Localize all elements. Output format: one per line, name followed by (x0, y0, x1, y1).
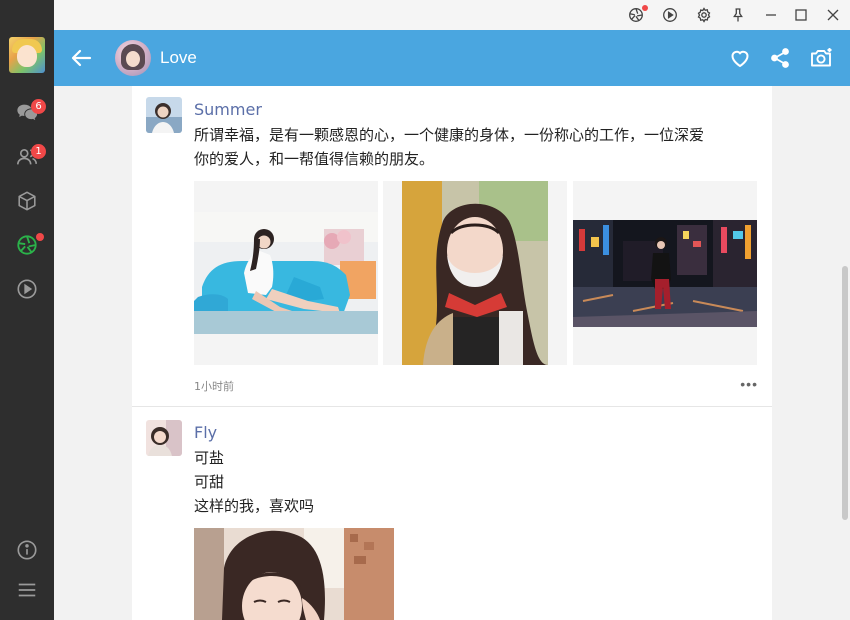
moments-content[interactable]: Summer 所谓幸福，是有一颗感恩的心，一个健康的身体，一份称心的工作，一位深… (54, 86, 850, 620)
moments-feed: Summer 所谓幸福，是有一颗感恩的心，一个健康的身体，一份称心的工作，一位深… (132, 86, 772, 620)
moments-dot (36, 233, 44, 241)
page-title: Love (160, 48, 197, 67)
post-text-line: 可盐 (194, 449, 225, 467)
post-photo[interactable] (383, 181, 567, 365)
post-author[interactable]: Summer (194, 100, 262, 119)
minimize-icon[interactable] (761, 5, 781, 25)
post-text-line: 你的爱人，和一帮值得信赖的朋友。 (194, 150, 435, 168)
scrollbar-thumb[interactable] (842, 266, 848, 520)
contacts-badge: 1 (31, 144, 46, 159)
title-bar (54, 0, 850, 30)
friend-avatar[interactable] (115, 40, 151, 76)
sidebar: 6 1 (0, 0, 54, 620)
post-text: 可盐 可甜 这样的我，喜欢吗 (194, 446, 764, 518)
moments-header: Love (54, 30, 850, 86)
post-time: 1小时前 (194, 380, 234, 393)
post-photo[interactable] (573, 181, 757, 365)
back-arrow-icon[interactable] (70, 46, 94, 70)
post-photo[interactable] (194, 181, 378, 365)
mini-program-dot (642, 5, 648, 11)
chat-badge: 6 (31, 99, 46, 114)
post-card: Fly 可盐 可甜 这样的我，喜欢吗 (132, 407, 772, 620)
post-avatar[interactable] (146, 97, 182, 133)
maximize-icon[interactable] (791, 5, 811, 25)
play-icon[interactable] (15, 277, 39, 301)
heart-icon[interactable] (728, 46, 752, 70)
post-avatar[interactable] (146, 420, 182, 456)
post-text-line: 可甜 (194, 473, 225, 491)
menu-icon[interactable] (15, 578, 39, 602)
close-icon[interactable] (823, 5, 843, 25)
post-text-line: 这样的我，喜欢吗 (194, 497, 315, 515)
post-photo[interactable] (194, 528, 394, 620)
post-card: Summer 所谓幸福，是有一颗感恩的心，一个健康的身体，一份称心的工作，一位深… (132, 86, 772, 406)
settings-icon[interactable] (694, 5, 714, 25)
box-icon[interactable] (15, 189, 39, 213)
post-text: 所谓幸福，是有一颗感恩的心，一个健康的身体，一份称心的工作，一位深爱 你的爱人，… (194, 123, 764, 171)
post-author[interactable]: Fly (194, 423, 217, 442)
user-avatar[interactable] (9, 37, 45, 73)
post-text-line: 所谓幸福，是有一颗感恩的心，一个健康的身体，一份称心的工作，一位深爱 (194, 126, 705, 144)
video-icon[interactable] (660, 5, 680, 25)
camera-icon[interactable] (809, 46, 833, 70)
scrollbar[interactable] (840, 86, 850, 620)
info-icon[interactable] (15, 538, 39, 562)
more-options-icon[interactable]: ••• (740, 377, 758, 391)
pin-icon[interactable] (728, 5, 748, 25)
share-icon[interactable] (768, 46, 792, 70)
